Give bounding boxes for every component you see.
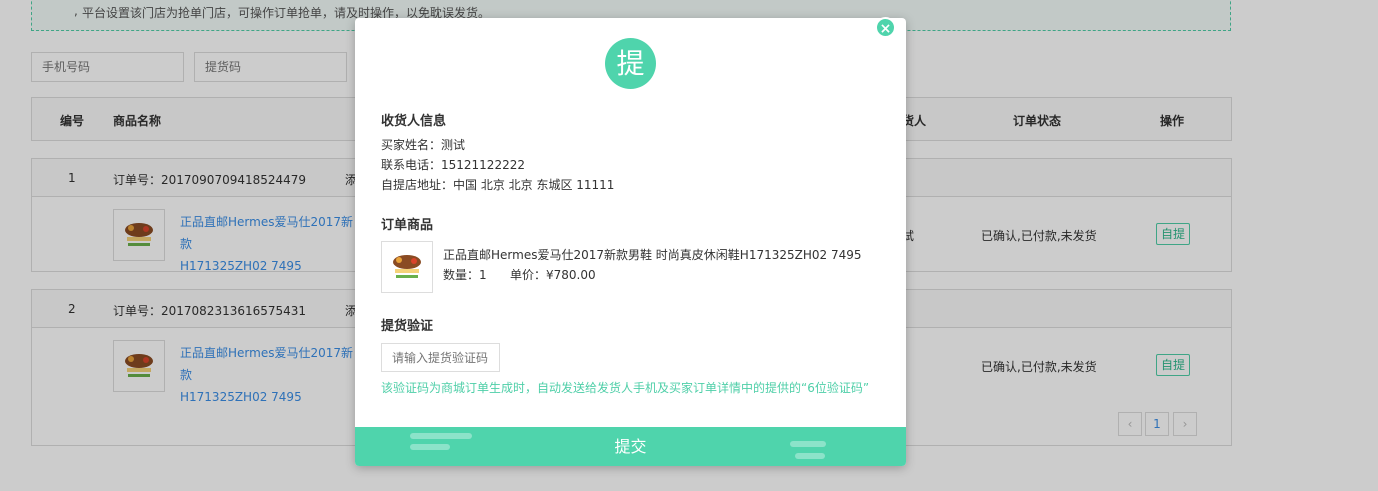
verify-code-input[interactable] <box>381 343 500 372</box>
food-image-icon <box>393 255 421 278</box>
modal-product-name: 正品直邮Hermes爱马仕2017新款男鞋 时尚真皮休闲鞋H171325ZH02… <box>443 248 862 262</box>
buyer-phone: 联系电话：15121122222 <box>381 158 525 172</box>
decoration <box>790 441 826 447</box>
decoration <box>410 444 450 450</box>
modal-unit-price: 单价：¥780.00 <box>510 268 596 282</box>
decoration <box>795 453 825 459</box>
submit-button[interactable]: 提交 <box>355 427 906 466</box>
modal-quantity: 数量：1 <box>443 268 487 282</box>
pickup-modal: 提 收货人信息 买家姓名：测试 联系电话：15121122222 自提店地址：中… <box>355 18 906 466</box>
goods-section-title: 订单商品 <box>381 218 434 233</box>
receiver-section-title: 收货人信息 <box>381 114 447 129</box>
verify-hint: 该验证码为商城订单生成时，自动发送给发货人手机及买家订单详情中的提供的“6位验证… <box>381 381 870 395</box>
close-icon[interactable]: × <box>875 17 896 38</box>
buyer-name: 买家姓名：测试 <box>381 138 466 152</box>
decoration <box>410 433 472 439</box>
pick-icon: 提 <box>605 38 656 89</box>
pickup-address: 自提店地址：中国 北京 北京 东城区 11111 <box>381 178 615 192</box>
product-thumbnail <box>381 241 433 293</box>
verify-section-title: 提货验证 <box>381 319 434 334</box>
submit-label[interactable]: 提交 <box>614 437 646 456</box>
